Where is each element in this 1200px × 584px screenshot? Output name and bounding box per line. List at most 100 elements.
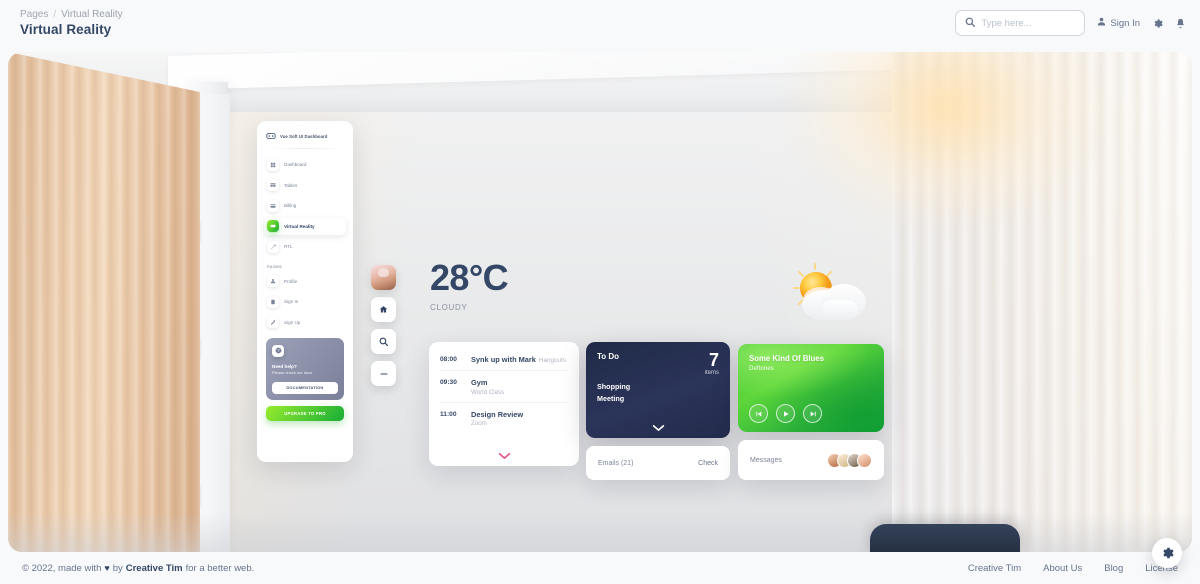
schedule-card: 08:00 Synk up with Mark Hangouts 09:30 Gy… <box>429 342 579 466</box>
event-title: Synk up with Mark Hangouts <box>471 355 566 364</box>
schedule-expand[interactable] <box>429 452 579 460</box>
todo-count: 7 <box>708 350 719 370</box>
skip-back-icon[interactable] <box>749 404 768 423</box>
divider <box>440 401 568 403</box>
divider <box>440 370 568 371</box>
sidebar-item-label: Sign Up <box>284 319 301 325</box>
footer-link-blog[interactable]: Blog <box>1104 563 1123 574</box>
weather-condition: CLOUDY <box>430 303 468 312</box>
author-link[interactable]: Creative Tim <box>126 563 183 574</box>
sidebar-item-label: Profile <box>284 278 298 284</box>
sidebar-item-virtual-reality[interactable]: Virtual Reality <box>264 217 346 235</box>
chevron-down-icon <box>498 453 510 459</box>
top-navbar: Pages / Virtual Reality Virtual Reality … <box>0 0 1200 46</box>
credit-card-icon <box>267 199 279 212</box>
logo-icon <box>266 131 276 141</box>
sidebar-item-label: Virtual Reality <box>284 223 315 229</box>
home-icon[interactable] <box>371 297 396 322</box>
todo-task[interactable]: Meeting <box>597 394 719 403</box>
gear-icon[interactable] <box>1152 18 1163 29</box>
copyright: © 2022, made with ♥ by Creative Tim for … <box>22 563 254 574</box>
search-icon[interactable] <box>371 329 396 354</box>
sidebar-item-label: Tables <box>284 182 298 188</box>
breadcrumb-root[interactable]: Pages <box>20 9 48 20</box>
event-title: Design Review <box>471 409 524 419</box>
music-controls <box>749 404 822 423</box>
search-box[interactable] <box>955 10 1086 36</box>
sidebar-item-sign-up[interactable]: Sign Up <box>264 314 346 331</box>
sidebar-item-dashboard[interactable]: Dashboard <box>264 156 346 173</box>
sidebar-divider <box>266 148 344 149</box>
temperature-widget: 28°C CLOUDY <box>430 257 509 313</box>
breadcrumb-and-title: Pages / Virtual Reality Virtual Reality <box>20 9 123 37</box>
music-player-card: Some Kind Of Blues Deftones <box>738 344 884 432</box>
breadcrumb-separator: / <box>53 9 57 20</box>
event-extra: Hangouts <box>538 357 566 364</box>
sidebar-item-billing[interactable]: Billing <box>264 197 346 214</box>
user-icon <box>1097 17 1106 29</box>
footer-link-about-us[interactable]: About Us <box>1043 563 1082 574</box>
sidebar-item-rtl[interactable]: RTL <box>264 238 346 255</box>
rtl-icon <box>267 240 279 253</box>
messages-label: Messages <box>750 456 782 464</box>
sign-in-link[interactable]: Sign In <box>1097 17 1140 29</box>
event-time: 08:00 <box>440 356 457 363</box>
message-avatars[interactable] <box>827 452 872 468</box>
copyright-prefix: © 2022, made with <box>22 562 102 574</box>
emails-check-link[interactable]: Check <box>698 460 718 467</box>
todo-count-label: items <box>704 370 719 377</box>
documentation-button[interactable]: DOCUMENTATION <box>272 381 338 394</box>
music-title: Some Kind Of Blues <box>749 354 824 363</box>
vr-tool-rail <box>371 265 396 386</box>
vr-icon <box>267 220 279 232</box>
sidebar-brand[interactable]: Vue Soft UI Dashboard <box>264 130 346 141</box>
sidebar-item-sign-in[interactable]: Sign In <box>264 293 346 310</box>
dashboard-icon <box>267 158 279 171</box>
messages-card: Messages <box>738 440 884 480</box>
play-icon[interactable] <box>776 404 795 423</box>
schedule-event[interactable]: 11:00 Design Review Zoom <box>440 410 568 428</box>
todo-card: To Do 7 items Shopping Meeting <box>586 342 730 438</box>
music-artist: Deftones <box>749 365 774 372</box>
avatar[interactable] <box>371 265 396 290</box>
event-time: 09:30 <box>440 379 457 386</box>
avatar[interactable] <box>857 452 872 468</box>
sign-in-label: Sign In <box>1110 17 1140 29</box>
todo-expand[interactable] <box>586 424 730 432</box>
minus-icon[interactable] <box>371 361 396 386</box>
help-card-title: Need help? <box>272 363 297 369</box>
schedule-event[interactable]: 08:00 Synk up with Mark Hangouts <box>440 355 568 364</box>
page-title: Virtual Reality <box>20 22 112 37</box>
event-title: Gym <box>471 378 488 387</box>
sidebar-item-label: Dashboard <box>284 162 307 167</box>
emails-card: Emails (21) Check <box>586 446 730 480</box>
temperature-value: 28°C <box>430 257 509 298</box>
room-door <box>204 94 230 552</box>
upgrade-to-pro-button[interactable]: UPGRADE TO PRO <box>266 405 344 421</box>
wooden-panel <box>8 52 200 552</box>
search-icon <box>965 14 976 32</box>
footer-link-creative-tim[interactable]: Creative Tim <box>968 563 1021 574</box>
vr-stage: Vue Soft UI Dashboard Dashboard Tables B… <box>8 52 1192 552</box>
page-footer: © 2022, made with ♥ by Creative Tim for … <box>0 552 1200 584</box>
schedule-event[interactable]: 09:30 Gym World Class <box>440 378 568 396</box>
bell-icon[interactable] <box>1175 18 1186 29</box>
sidebar-item-tables[interactable]: Tables <box>264 177 346 194</box>
event-subtitle: Zoom <box>471 420 487 427</box>
sidebar-item-profile[interactable]: Profile <box>264 273 346 290</box>
skip-forward-icon[interactable] <box>803 404 822 423</box>
sidebar-item-label: RTL <box>284 244 293 249</box>
sidebar-item-label: Sign In <box>284 299 299 304</box>
signin-icon <box>267 295 279 308</box>
event-title-text: Synk up with Mark <box>471 355 536 364</box>
sun-cloud-icon <box>786 260 882 330</box>
sidebar-brand-label: Vue Soft UI Dashboard <box>280 133 328 139</box>
todo-header: To Do 7 items <box>597 350 719 377</box>
search-input[interactable] <box>981 17 1076 29</box>
heart-icon: ♥ <box>104 563 110 573</box>
settings-fab-button[interactable] <box>1152 538 1182 568</box>
sidebar-section-label: PAGES <box>267 263 283 269</box>
emails-label: Emails (21) <box>598 459 634 467</box>
breadcrumb-current: Virtual Reality <box>61 9 123 20</box>
todo-task[interactable]: Shopping <box>597 382 719 391</box>
